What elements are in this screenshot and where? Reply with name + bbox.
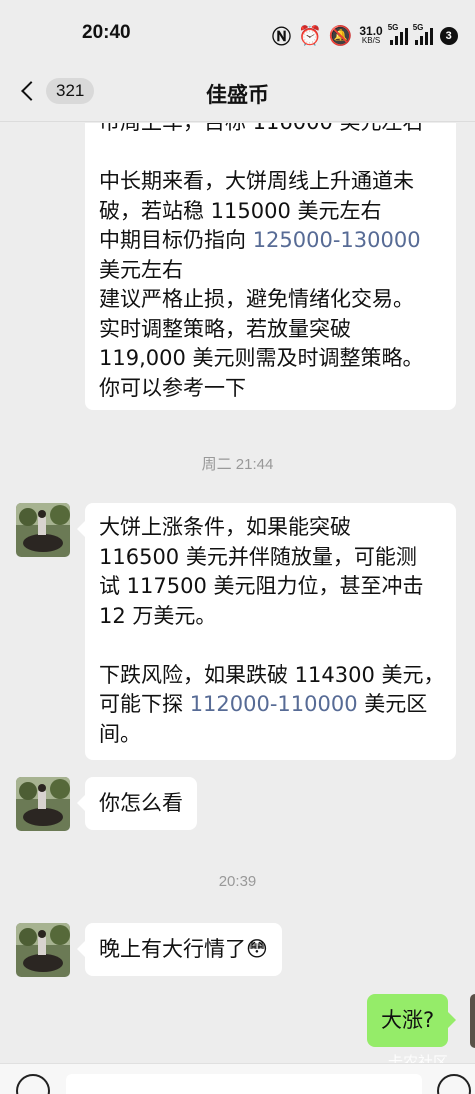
- signal-icon-sim1: 5G: [388, 23, 408, 45]
- message-line: 你可以参考一下: [99, 375, 246, 400]
- network-speed: 31.0 KB/S: [359, 23, 383, 46]
- avatar[interactable]: [16, 923, 70, 977]
- message-line: 你怎么看: [99, 791, 183, 815]
- alarm-icon: ⏰: [298, 25, 322, 47]
- message-line: 实时调整策略，若放量突破: [99, 316, 351, 341]
- message-list[interactable]: 市周上车，目标 116000 美元左右 中长期来看，大饼周线上升通道未 破，若站…: [0, 123, 475, 1063]
- battery-icon: 3: [439, 26, 458, 45]
- message-line: 116500 美元并伴随放量，可能测: [99, 544, 417, 569]
- message-bubble-mine[interactable]: 大涨?: [367, 994, 457, 1047]
- avatar-image: [16, 777, 70, 831]
- nfc-icon: Ⓝ: [272, 27, 292, 48]
- message-timestamp: 周二 21:44: [201, 456, 274, 473]
- flushed-face-icon: 😳: [246, 937, 268, 961]
- message-line: 119,000 美元则需及时调整策略。: [99, 346, 424, 370]
- message-text: 晚上有大行情了: [99, 937, 246, 961]
- price-link[interactable]: 125000-130000: [253, 228, 421, 252]
- message-line: 中期目标仍指向 125000-130000: [99, 226, 442, 256]
- message-line: 晚上有大行情了😳: [99, 935, 268, 965]
- message-line: 建议严格止损，避免情绪化交易。: [99, 287, 414, 311]
- avatar-image: [16, 923, 70, 977]
- my-avatar[interactable]: [470, 994, 475, 1048]
- status-bar: 20:40 Ⓝ ⏰ 🔕 31.0 KB/S 5G 5G 3: [0, 0, 475, 66]
- chat-title: 佳盛币: [206, 83, 269, 107]
- avatar-image: [16, 503, 70, 557]
- message-line: 试 117500 美元阻力位，甚至冲击: [99, 574, 424, 598]
- speed-value: 31.0: [359, 23, 383, 38]
- message-line: 下跌风险，如果跌破 114300 美元，: [99, 662, 445, 687]
- voice-icon[interactable]: [16, 1074, 50, 1094]
- input-bar: [0, 1063, 475, 1094]
- message-line: 大饼上涨条件，如果能突破: [99, 515, 351, 539]
- status-icons: Ⓝ ⏰ 🔕 31.0 KB/S 5G 5G 3: [272, 22, 458, 49]
- status-time: 20:40: [82, 22, 131, 43]
- message-line: 12 万美元。: [99, 603, 217, 628]
- message-bubble[interactable]: 大饼上涨条件，如果能突破 116500 美元并伴随放量，可能测 试 117500…: [77, 503, 456, 760]
- message-bubble[interactable]: 晚上有大行情了😳: [77, 923, 282, 976]
- message-line: 可能下探 112000-110000 美元区: [99, 690, 442, 720]
- avatar[interactable]: [16, 777, 70, 831]
- message-line: 破，若站稳 115000 美元左右: [99, 198, 382, 223]
- sim2-label: 5G: [412, 22, 424, 32]
- speed-unit: KB/S: [361, 35, 381, 45]
- message-text: 美元区: [357, 692, 428, 716]
- signal-icon-sim2: 5G: [413, 23, 433, 45]
- sim1-label: 5G: [387, 22, 399, 32]
- message-line: 大涨?: [381, 1008, 435, 1032]
- avatar[interactable]: [16, 503, 70, 557]
- message-line: 市周上车，目标 116000 美元左右: [99, 123, 442, 138]
- price-link[interactable]: 112000-110000: [190, 692, 358, 716]
- message-input[interactable]: [66, 1074, 422, 1094]
- message-text: 可能下探: [99, 692, 190, 716]
- chat-header: 321 佳盛币: [0, 66, 475, 122]
- message-line: 中长期来看，大饼周线上升通道未: [99, 169, 414, 193]
- message-line: 美元左右: [99, 257, 183, 282]
- message-text: 中期目标仍指向: [99, 228, 253, 252]
- message-timestamp: 20:39: [218, 873, 257, 890]
- message-line: 间。: [99, 721, 141, 746]
- message-bubble[interactable]: 你怎么看: [77, 777, 197, 830]
- mute-icon: 🔕: [328, 25, 353, 47]
- message-bubble[interactable]: 市周上车，目标 116000 美元左右 中长期来看，大饼周线上升通道未 破，若站…: [85, 123, 456, 410]
- plus-icon[interactable]: [437, 1074, 471, 1094]
